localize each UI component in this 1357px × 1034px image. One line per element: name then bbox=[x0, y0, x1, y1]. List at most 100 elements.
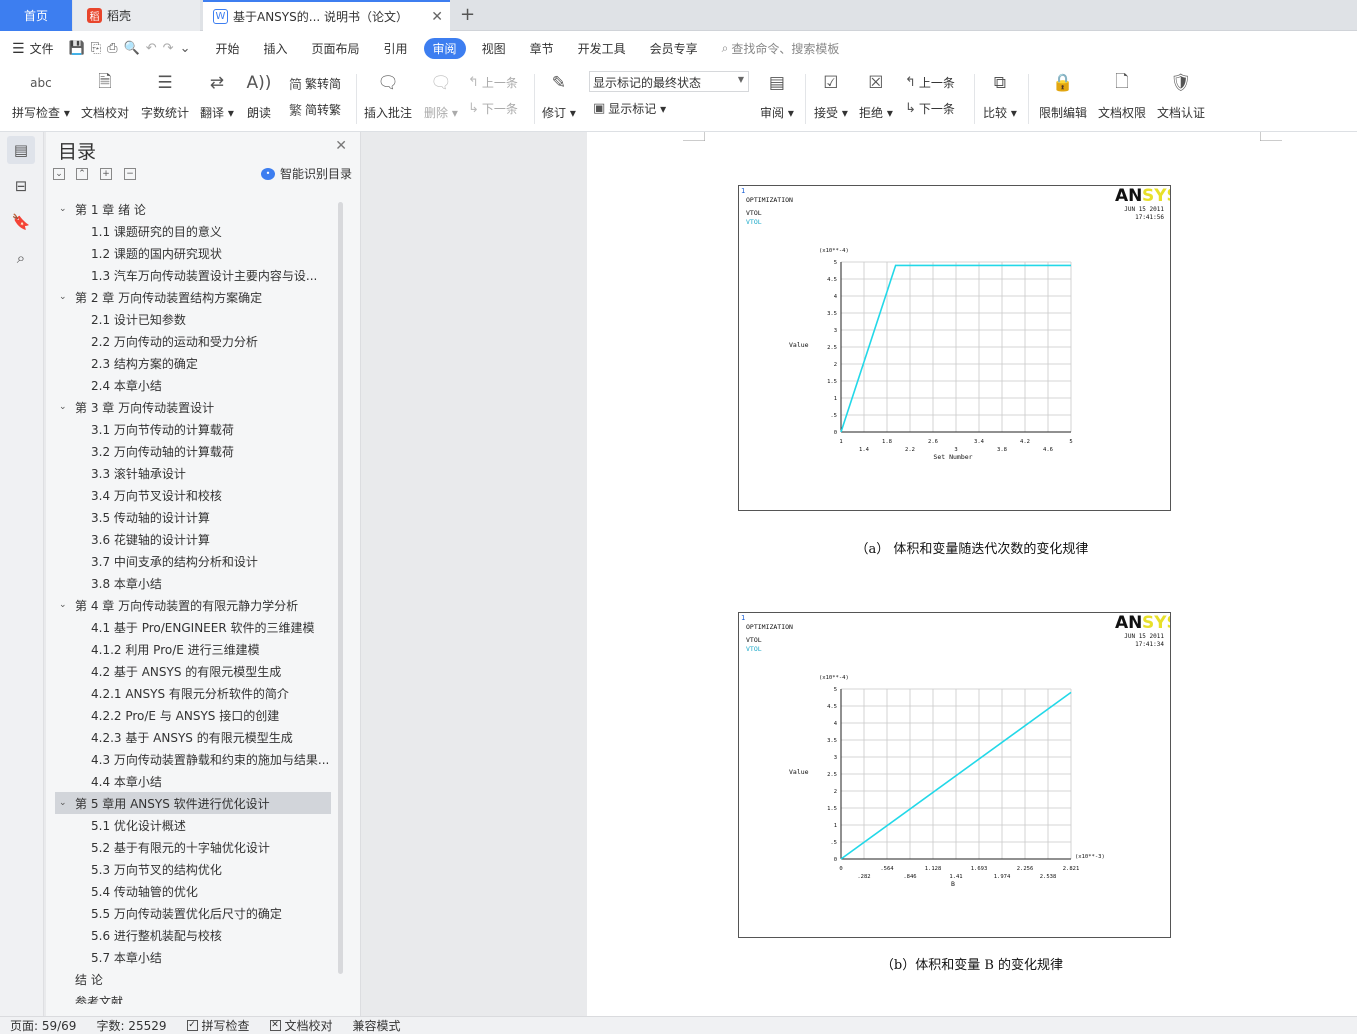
markup-state-select[interactable]: 显示标记的最终状态 ▼ bbox=[589, 71, 749, 92]
toc-item[interactable]: 3.5 传动轴的设计计算 bbox=[55, 506, 331, 528]
toc-item[interactable]: 结 论 bbox=[55, 968, 331, 990]
close-pane-icon[interactable]: ✕ bbox=[335, 138, 347, 154]
tab-home[interactable]: 首页 bbox=[0, 0, 72, 31]
command-search[interactable]: ⌕ 查找命令、搜索模板 bbox=[710, 31, 852, 66]
collapse-all-icon[interactable]: ⌄ bbox=[53, 168, 65, 180]
toc-item[interactable]: 1.2 课题的国内研究现状 bbox=[55, 242, 331, 264]
print-icon[interactable]: ⎙ bbox=[104, 41, 120, 56]
simp-to-trad-button[interactable]: 繁简转繁 bbox=[289, 100, 341, 119]
more-quick-icon[interactable]: ⌄ bbox=[177, 41, 194, 56]
toc-item[interactable]: 4.2.1 ANSYS 有限元分析软件的简介 bbox=[55, 682, 331, 704]
word-count-button[interactable]: ☰ 字数统计 bbox=[141, 68, 189, 121]
doc-cert-button[interactable]: 🛡 文档认证 bbox=[1157, 68, 1205, 121]
toc-item[interactable]: 3.6 花键轴的设计计算 bbox=[55, 528, 331, 550]
redo-icon[interactable]: ↷ bbox=[160, 41, 177, 56]
menu-insert[interactable]: 插入 bbox=[252, 31, 300, 66]
toc-item[interactable]: 参考文献 bbox=[55, 990, 331, 1005]
compare-button[interactable]: ⧉ 比较 ▾ bbox=[983, 68, 1017, 121]
toc-item[interactable]: 4.2 基于 ANSYS 的有限元模型生成 bbox=[55, 660, 331, 682]
trad-to-simp-button[interactable]: 简繁转简 bbox=[289, 74, 341, 93]
toc-item[interactable]: 3.3 滚针轴承设计 bbox=[55, 462, 331, 484]
toc-item[interactable]: 1.1 课题研究的目的意义 bbox=[55, 220, 331, 242]
menu-start[interactable]: 开始 bbox=[203, 31, 251, 66]
spell-check-status[interactable]: ✓ 拼写检查 bbox=[177, 1017, 260, 1034]
toc-item[interactable]: ⌄ 第 4 章 万向传动装置的有限元静力学分析 bbox=[55, 594, 331, 616]
read-aloud-button[interactable]: A)) 朗读 bbox=[245, 68, 273, 121]
insert-comment-button[interactable]: 🗨 插入批注 bbox=[364, 68, 412, 121]
save-icon[interactable]: 💾 bbox=[66, 41, 88, 56]
toc-item[interactable]: 4.1.2 利用 Pro/E 进行三维建模 bbox=[55, 638, 331, 660]
toc-item[interactable]: 5.3 万向节叉的结构优化 bbox=[55, 858, 331, 880]
toc-item[interactable]: 4.2.3 基于 ANSYS 的有限元模型生成 bbox=[55, 726, 331, 748]
expand-chevron-icon[interactable]: ⌄ bbox=[59, 402, 75, 412]
prev-comment-button[interactable]: ↰ 上一条 bbox=[468, 74, 518, 91]
toc-item[interactable]: 4.1 基于 Pro/ENGINEER 软件的三维建模 bbox=[55, 616, 331, 638]
toc-item[interactable]: 3.1 万向节传动的计算载荷 bbox=[55, 418, 331, 440]
toc-item[interactable]: ⌄ 第 3 章 万向传动装置设计 bbox=[55, 396, 331, 418]
show-markup-button[interactable]: ▣ 显示标记 ▾ bbox=[593, 100, 666, 117]
file-menu[interactable]: ☰ 文件 bbox=[0, 31, 66, 66]
menu-section[interactable]: 章节 bbox=[518, 31, 566, 66]
toc-item[interactable]: 2.4 本章小结 bbox=[55, 374, 331, 396]
toc-item[interactable]: 4.3 万向传动装置静载和约束的施加与结果... bbox=[55, 748, 331, 770]
spell-check-button[interactable]: abc 拼写检查 ▾ bbox=[12, 68, 70, 121]
menu-review[interactable]: 审阅 bbox=[423, 38, 466, 59]
toc-item[interactable]: 5.2 基于有限元的十字轴优化设计 bbox=[55, 836, 331, 858]
bookmark-rail-icon[interactable]: 🔖 bbox=[7, 208, 35, 236]
review-pane-button[interactable]: ▤ 审阅 ▾ bbox=[760, 68, 794, 121]
toc-rail-icon[interactable]: ▤ bbox=[7, 136, 35, 164]
word-count-status[interactable]: 字数: 25529 bbox=[86, 1017, 176, 1034]
close-tab-icon[interactable]: ✕ bbox=[431, 9, 443, 25]
toc-item[interactable]: 2.3 结构方案的确定 bbox=[55, 352, 331, 374]
doc-proof-status[interactable]: ✕ 文档校对 bbox=[260, 1017, 343, 1034]
toc-item[interactable]: 4.2.2 Pro/E 与 ANSYS 接口的创建 bbox=[55, 704, 331, 726]
toc-item[interactable]: 3.4 万向节叉设计和校核 bbox=[55, 484, 331, 506]
toc-item[interactable]: 5.7 本章小结 bbox=[55, 946, 331, 968]
translate-button[interactable]: ⇄ 翻译 ▾ bbox=[200, 68, 234, 121]
toc-scrollbar[interactable] bbox=[338, 202, 343, 974]
page-indicator[interactable]: 页面: 59/69 bbox=[0, 1017, 86, 1034]
next-comment-button[interactable]: ↳ 下一条 bbox=[468, 100, 518, 117]
toc-item[interactable]: 5.1 优化设计概述 bbox=[55, 814, 331, 836]
tab-document[interactable]: W 基于ANSYS的... 说明书（论文） ✕ bbox=[203, 0, 450, 31]
menu-view[interactable]: 视图 bbox=[470, 31, 518, 66]
menu-developer[interactable]: 开发工具 bbox=[566, 31, 638, 66]
accept-button[interactable]: ☑ 接受 ▾ bbox=[814, 68, 848, 121]
menu-reference[interactable]: 引用 bbox=[372, 31, 420, 66]
print-preview-icon[interactable]: 🔍 bbox=[121, 41, 143, 56]
expand-chevron-icon[interactable]: ⌄ bbox=[59, 600, 75, 610]
new-tab-button[interactable]: + bbox=[460, 4, 475, 25]
track-changes-button[interactable]: ✎ 修订 ▾ bbox=[542, 68, 576, 121]
next-change-button[interactable]: ↳ 下一条 bbox=[905, 100, 955, 117]
export-icon[interactable]: ⎘ bbox=[88, 41, 104, 56]
toc-item[interactable]: 3.2 万向传动轴的计算载荷 bbox=[55, 440, 331, 462]
menu-member[interactable]: 会员专享 bbox=[638, 31, 710, 66]
doc-proof-button[interactable]: 🗎 文档校对 bbox=[81, 68, 129, 121]
expand-chevron-icon[interactable]: ⌄ bbox=[59, 292, 75, 302]
outline-rail-icon[interactable]: ⊟ bbox=[7, 172, 35, 200]
restrict-edit-button[interactable]: 🔒 限制编辑 bbox=[1039, 68, 1087, 121]
toc-item[interactable]: 5.4 传动轴管的优化 bbox=[55, 880, 331, 902]
reject-button[interactable]: ☒ 拒绝 ▾ bbox=[859, 68, 893, 121]
toc-item[interactable]: ⌄ 第 2 章 万向传动装置结构方案确定 bbox=[55, 286, 331, 308]
add-toc-item-icon[interactable]: + bbox=[100, 168, 112, 180]
toc-item[interactable]: 3.7 中间支承的结构分析和设计 bbox=[55, 550, 331, 572]
undo-icon[interactable]: ↶ bbox=[143, 41, 160, 56]
delete-comment-button[interactable]: 🗨 删除 ▾ bbox=[424, 68, 458, 121]
toc-item[interactable]: 5.6 进行整机装配与校核 bbox=[55, 924, 331, 946]
remove-toc-item-icon[interactable]: − bbox=[124, 168, 136, 180]
toc-item[interactable]: 3.8 本章小结 bbox=[55, 572, 331, 594]
expand-up-icon[interactable]: ⌃ bbox=[76, 168, 88, 180]
tab-daoke[interactable]: 稻 稻壳 bbox=[73, 0, 200, 31]
toc-item[interactable]: 2.1 设计已知参数 bbox=[55, 308, 331, 330]
doc-permission-button[interactable]: 🗋 文档权限 bbox=[1098, 68, 1146, 121]
toc-item[interactable]: 4.4 本章小结 bbox=[55, 770, 331, 792]
toc-item[interactable]: ⌄ 第 5 章用 ANSYS 软件进行优化设计 bbox=[55, 792, 331, 814]
search-rail-icon[interactable]: ⌕ bbox=[7, 244, 35, 272]
toc-item[interactable]: 5.5 万向传动装置优化后尺寸的确定 bbox=[55, 902, 331, 924]
expand-chevron-icon[interactable]: ⌄ bbox=[59, 204, 75, 214]
toc-item[interactable]: 2.2 万向传动的运动和受力分析 bbox=[55, 330, 331, 352]
menu-page-layout[interactable]: 页面布局 bbox=[300, 31, 372, 66]
toc-item[interactable]: ⌄ 第 1 章 绪 论 bbox=[55, 198, 331, 220]
smart-toc-button[interactable]: • 智能识别目录 bbox=[260, 165, 352, 182]
